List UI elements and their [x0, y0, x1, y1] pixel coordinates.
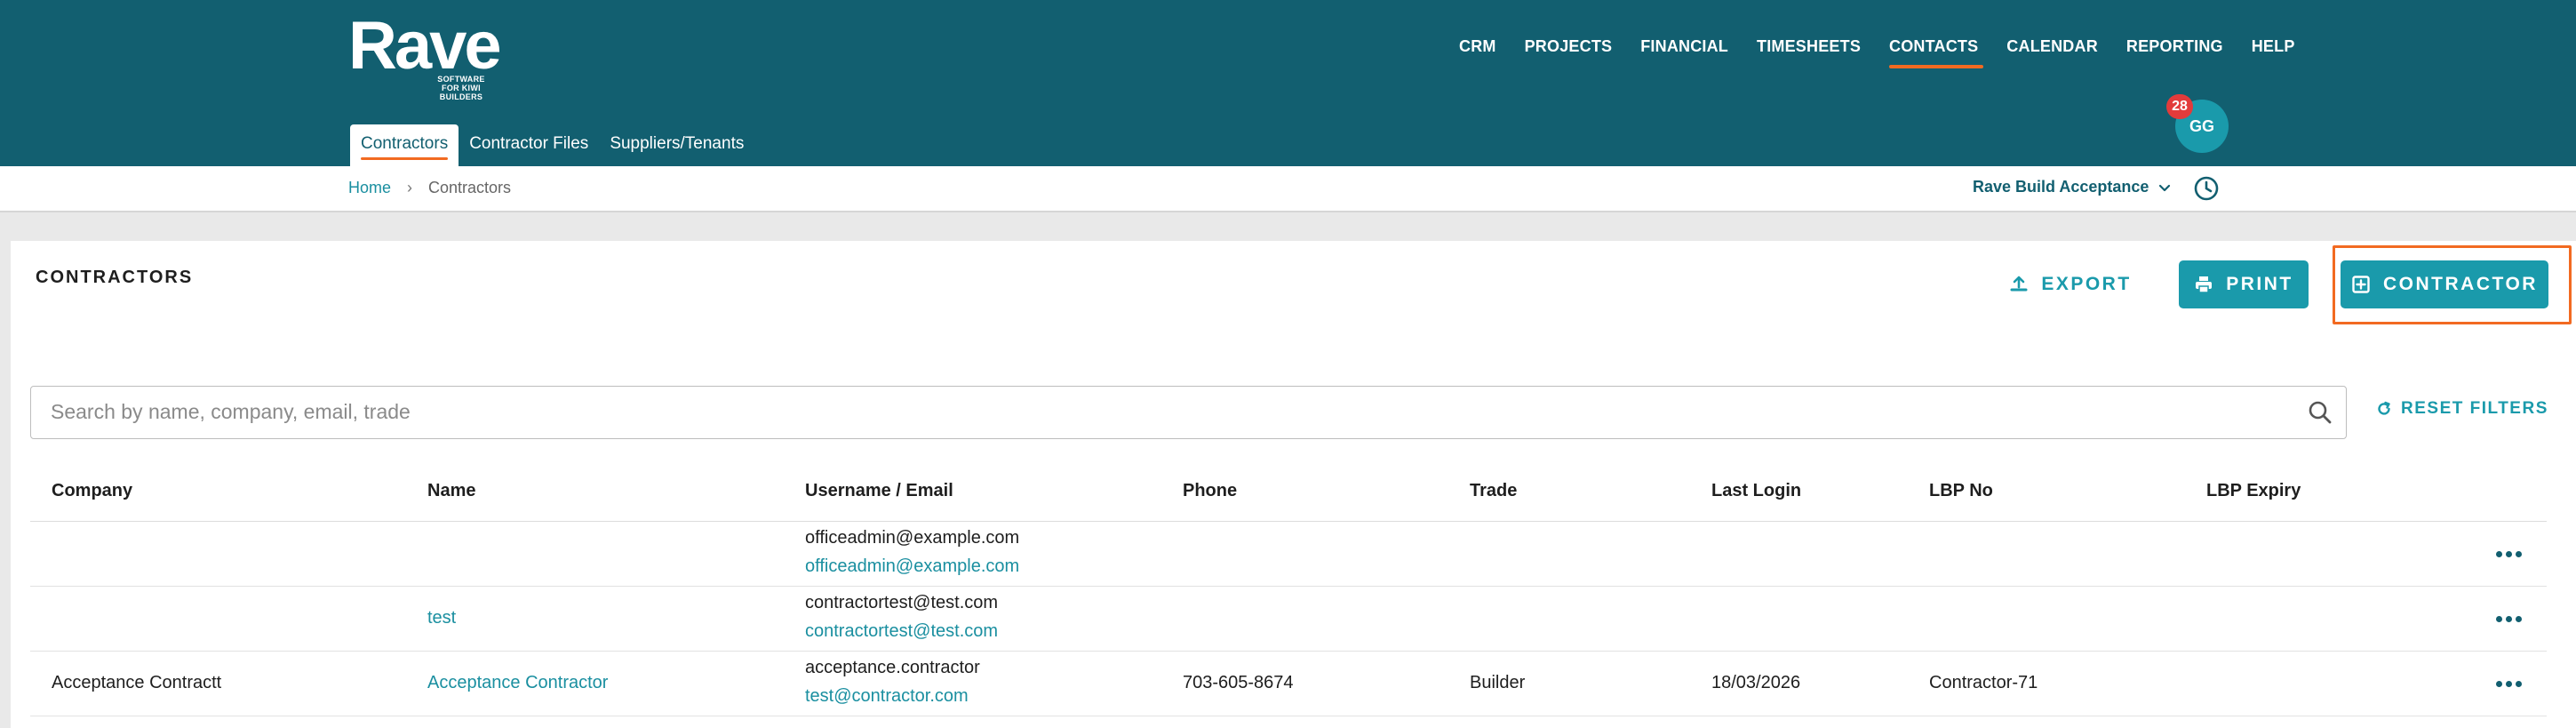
more-actions-icon[interactable]: [2491, 541, 2526, 566]
column-header-last-login[interactable]: Last Login: [1711, 481, 1801, 501]
column-header-trade[interactable]: Trade: [1470, 481, 1517, 501]
top-header: Rave SOFTWARE FOR KIWI BUILDERS CRM PROJ…: [0, 0, 2576, 166]
breadcrumb-separator: ›: [407, 179, 413, 196]
column-header-phone[interactable]: Phone: [1183, 481, 1237, 501]
table-row[interactable]: officeadmin@example.com officeadmin@exam…: [30, 522, 2547, 587]
cell-email-link[interactable]: officeadmin@example.com: [805, 556, 1019, 577]
cell-company: Acceptance Contractt: [52, 673, 222, 692]
nav-item-reporting[interactable]: REPORTING: [2126, 36, 2223, 71]
contractors-card: CONTRACTORS EXPORT PRINT CONTRACTOR RESE…: [11, 241, 2576, 728]
cell-email-link[interactable]: contractortest@test.com: [805, 621, 998, 642]
export-button-label: EXPORT: [2041, 274, 2132, 294]
nav-item-timesheets[interactable]: TIMESHEETS: [1757, 36, 1861, 71]
cell-username: contractortest@test.com: [805, 593, 999, 612]
column-header-lbp-expiry[interactable]: LBP Expiry: [2206, 481, 2301, 501]
cell-last-login: 18/03/2026: [1711, 673, 1801, 692]
refresh-icon: [2378, 401, 2390, 415]
nav-item-financial[interactable]: FINANCIAL: [1640, 36, 1728, 71]
nav-item-calendar[interactable]: CALENDAR: [2006, 36, 2098, 71]
contractors-table: Company Name Username / Email Phone Trad…: [30, 465, 2547, 716]
print-button-label: PRINT: [2226, 274, 2293, 294]
upload-icon: [2010, 276, 2028, 292]
search-box: [30, 386, 2347, 439]
tab-contractors[interactable]: Contractors: [350, 124, 459, 166]
table-header: Company Name Username / Email Phone Trad…: [30, 465, 2547, 522]
logo-tagline: SOFTWARE FOR KIWI BUILDERS: [437, 75, 485, 101]
column-header-username-email[interactable]: Username / Email: [805, 481, 953, 501]
main-nav: CRM PROJECTS FINANCIAL TIMESHEETS CONTAC…: [1459, 36, 2295, 71]
print-button[interactable]: PRINT: [2179, 260, 2309, 308]
reset-filters-button[interactable]: RESET FILTERS: [2376, 399, 2548, 419]
add-box-icon: [2352, 276, 2370, 293]
column-header-name[interactable]: Name: [427, 481, 475, 501]
more-actions-icon[interactable]: [2491, 671, 2526, 696]
breadcrumb-home-link[interactable]: Home: [348, 179, 391, 197]
clock-icon[interactable]: [2192, 174, 2221, 203]
cell-username: acceptance.contractor: [805, 658, 980, 677]
logo-wordmark: Rave: [348, 8, 502, 84]
page-title: CONTRACTORS: [36, 268, 194, 287]
search-icon[interactable]: [2307, 399, 2333, 426]
tab-suppliers-tenants[interactable]: Suppliers/Tenants: [599, 124, 754, 166]
cell-name-link[interactable]: Acceptance Contractor: [427, 673, 608, 693]
cell-lbp-no: Contractor-71: [1929, 673, 2038, 692]
more-actions-icon[interactable]: [2491, 606, 2526, 631]
project-selector-value: Rave Build Acceptance: [1973, 178, 2149, 196]
breadcrumb-bar: Home › Contractors Rave Build Acceptance: [0, 166, 2576, 212]
add-contractor-button[interactable]: CONTRACTOR: [2341, 260, 2548, 308]
tab-contractor-files[interactable]: Contractor Files: [459, 124, 599, 166]
printer-icon: [2196, 276, 2213, 293]
column-header-lbp-no[interactable]: LBP No: [1929, 481, 1993, 501]
contacts-subtabs: Contractors Contractor Files Suppliers/T…: [350, 124, 754, 166]
table-row[interactable]: Acceptance Contractt Acceptance Contract…: [30, 652, 2547, 716]
export-button[interactable]: EXPORT: [2008, 260, 2133, 308]
nav-item-help[interactable]: HELP: [2252, 36, 2295, 71]
cell-trade: Builder: [1470, 673, 1526, 692]
search-input[interactable]: [51, 387, 2272, 437]
rave-logo[interactable]: Rave SOFTWARE FOR KIWI BUILDERS: [348, 8, 502, 102]
breadcrumb-current: Contractors: [428, 179, 512, 196]
cell-phone: 703-605-8674: [1183, 673, 1294, 692]
chevron-down-icon: [2159, 184, 2171, 191]
nav-item-contacts[interactable]: CONTACTS: [1889, 36, 1984, 71]
cell-name-link[interactable]: test: [427, 608, 456, 628]
table-row[interactable]: test contractortest@test.com contractort…: [30, 587, 2547, 652]
reset-filters-label: RESET FILTERS: [2401, 399, 2548, 418]
nav-item-crm[interactable]: CRM: [1459, 36, 1496, 71]
breadcrumb: Home › Contractors: [348, 179, 511, 197]
column-header-company[interactable]: Company: [52, 481, 132, 501]
cell-username: officeadmin@example.com: [805, 528, 1020, 548]
project-selector[interactable]: Rave Build Acceptance: [1973, 178, 2172, 196]
notification-badge[interactable]: 28: [2166, 94, 2193, 119]
nav-item-projects[interactable]: PROJECTS: [1525, 36, 1613, 71]
cell-email-link[interactable]: test@contractor.com: [805, 686, 969, 707]
add-contractor-button-label: CONTRACTOR: [2383, 274, 2538, 294]
